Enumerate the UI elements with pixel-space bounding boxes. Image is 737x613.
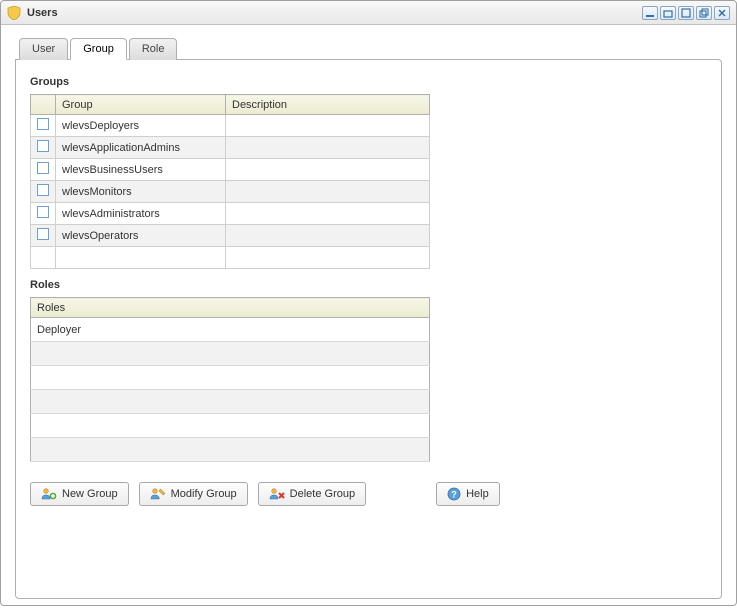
- tab-strip: User Group Role: [19, 37, 722, 59]
- tab-role[interactable]: Role: [129, 38, 178, 60]
- col-description: Description: [226, 95, 430, 115]
- row-checkbox[interactable]: [37, 162, 49, 174]
- content-area: User Group Role Groups Group Description: [1, 25, 736, 613]
- cell-desc: [226, 159, 430, 181]
- tab-panel: Groups Group Description wlevsDeployers: [15, 59, 722, 599]
- modify-group-label: Modify Group: [171, 488, 237, 500]
- table-row: [31, 342, 430, 366]
- cell-group[interactable]: wlevsBusinessUsers: [56, 159, 226, 181]
- cell-desc: [226, 137, 430, 159]
- maximize-button[interactable]: [678, 6, 694, 20]
- modify-group-button[interactable]: Modify Group: [139, 482, 248, 506]
- cell-role: [31, 414, 430, 438]
- window-buttons: [642, 6, 730, 20]
- cell-role: [31, 438, 430, 462]
- groups-table: Group Description wlevsDeployers wlevsAp…: [30, 94, 430, 269]
- table-row: [31, 390, 430, 414]
- delete-group-label: Delete Group: [290, 488, 355, 500]
- col-group: Group: [56, 95, 226, 115]
- cell-desc: [226, 115, 430, 137]
- table-row: wlevsDeployers: [31, 115, 430, 137]
- cell-group[interactable]: wlevsDeployers: [56, 115, 226, 137]
- svg-text:?: ?: [451, 489, 457, 499]
- delete-group-button[interactable]: Delete Group: [258, 482, 366, 506]
- window-title: Users: [27, 7, 642, 19]
- cell-group[interactable]: wlevsAdministrators: [56, 203, 226, 225]
- table-row: [31, 438, 430, 462]
- help-icon: ?: [447, 487, 461, 501]
- table-row: wlevsOperators: [31, 225, 430, 247]
- row-checkbox[interactable]: [37, 228, 49, 240]
- close-button[interactable]: [714, 6, 730, 20]
- table-row: wlevsMonitors: [31, 181, 430, 203]
- groups-label: Groups: [30, 76, 707, 88]
- users-window: Users User Group Role Groups Group Descr…: [0, 0, 737, 606]
- col-checkbox: [31, 95, 56, 115]
- row-checkbox[interactable]: [37, 206, 49, 218]
- table-row: [31, 414, 430, 438]
- titlebar: Users: [1, 1, 736, 25]
- tab-user[interactable]: User: [19, 38, 68, 60]
- users-plus-icon: [41, 487, 57, 501]
- new-group-label: New Group: [62, 488, 118, 500]
- table-row: wlevsApplicationAdmins: [31, 137, 430, 159]
- table-row: wlevsAdministrators: [31, 203, 430, 225]
- table-row: [31, 247, 430, 269]
- cell-role: [31, 342, 430, 366]
- users-pencil-icon: [150, 487, 166, 501]
- restore-button[interactable]: [660, 6, 676, 20]
- cell-desc: [226, 225, 430, 247]
- cell-role[interactable]: Deployer: [31, 318, 430, 342]
- table-row: Deployer: [31, 318, 430, 342]
- cell-group[interactable]: wlevsOperators: [56, 225, 226, 247]
- cell-desc: [226, 181, 430, 203]
- cell-group[interactable]: wlevsMonitors: [56, 181, 226, 203]
- help-label: Help: [466, 488, 489, 500]
- minimize-button[interactable]: [642, 6, 658, 20]
- row-checkbox[interactable]: [37, 118, 49, 130]
- cell-desc: [226, 203, 430, 225]
- cell-role: [31, 366, 430, 390]
- cell-group[interactable]: wlevsApplicationAdmins: [56, 137, 226, 159]
- popup-button[interactable]: [696, 6, 712, 20]
- roles-label: Roles: [30, 279, 707, 291]
- cell-role: [31, 390, 430, 414]
- new-group-button[interactable]: New Group: [30, 482, 129, 506]
- table-row: wlevsBusinessUsers: [31, 159, 430, 181]
- row-checkbox[interactable]: [37, 184, 49, 196]
- button-bar: New Group Modify Group: [30, 482, 707, 506]
- users-x-icon: [269, 487, 285, 501]
- col-roles: Roles: [31, 298, 430, 318]
- roles-table: Roles Deployer: [30, 297, 430, 462]
- shield-icon: [7, 6, 21, 20]
- row-checkbox[interactable]: [37, 140, 49, 152]
- table-row: [31, 366, 430, 390]
- help-button[interactable]: ? Help: [436, 482, 500, 506]
- tab-group[interactable]: Group: [70, 38, 127, 60]
